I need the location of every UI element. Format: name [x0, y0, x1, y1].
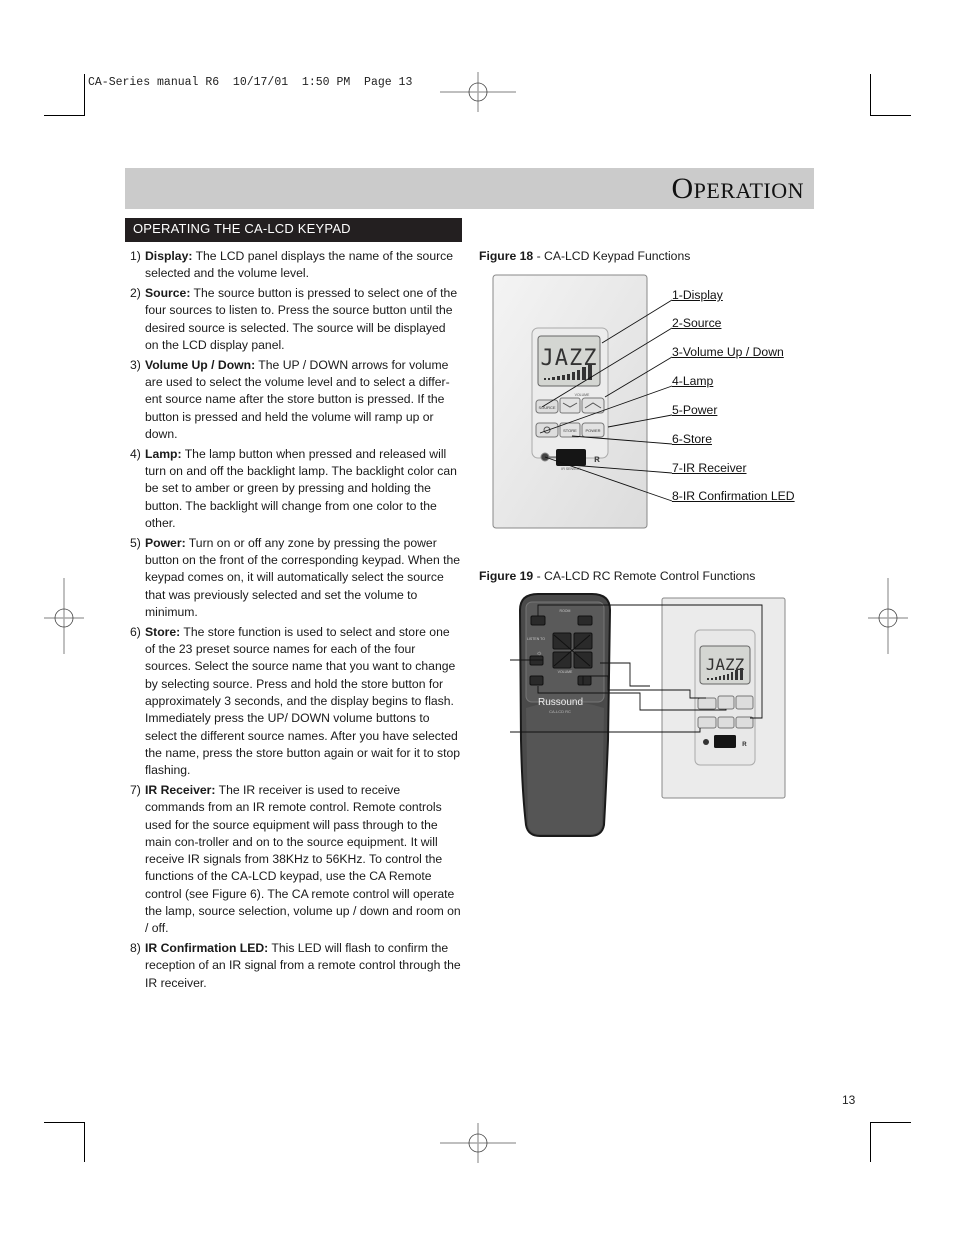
svg-text:CA-LCD RC: CA-LCD RC — [549, 709, 571, 714]
list-item: 5) Power: Turn on or off any zone by pres… — [130, 535, 461, 619]
callout-power: 5-Power — [672, 403, 718, 417]
list-item: 8) IR Confirmation LED: This LED will fla… — [130, 941, 461, 990]
figure-18-leader-lines — [539, 299, 673, 502]
callout-store: 6-Store — [672, 432, 712, 446]
figure-18-caption: Figure 18 - CA-LCD Keypad Functions — [479, 249, 691, 263]
section-heading: OPERATING THE CA-LCD KEYPAD — [125, 218, 462, 242]
page-title-bar: OPERATION — [125, 168, 814, 209]
registration-mark-left — [44, 578, 84, 654]
registration-mark-bottom — [440, 1123, 516, 1163]
callout-ir-receiver: 7-IR Receiver — [672, 461, 747, 475]
registration-mark-right — [868, 578, 908, 654]
figure-19-caption: Figure 19 - CA-LCD RC Remote Control Fun… — [479, 569, 756, 583]
callout-source: 2-Source — [672, 316, 722, 330]
callout-display: 1-Display — [672, 288, 723, 302]
callout-volume: 3-Volume Up / Down — [672, 345, 784, 359]
list-item: 2) Source: The source button is pressed t… — [130, 286, 458, 352]
svg-text:LISTEN TO: LISTEN TO — [527, 637, 545, 641]
list-item: 6) Store: The store function is used to s… — [130, 624, 461, 778]
list-item: 7) IR Receiver: The IR receiver is used t… — [130, 782, 461, 936]
registration-mark-top — [440, 72, 516, 112]
svg-text:VOLUME: VOLUME — [558, 670, 573, 674]
page-number: 13 — [842, 1093, 856, 1107]
list-item: 4) Lamp: The lamp button when pressed and… — [130, 446, 457, 530]
svg-text:ROOM: ROOM — [560, 609, 571, 613]
list-item: 3) Volume Up / Down: The UP / DOWN arrows… — [130, 357, 450, 441]
svg-text:ʀ: ʀ — [742, 739, 747, 748]
svg-text:Russound: Russound — [538, 697, 583, 708]
callout-ir-led: 8-IR Confirmation LED — [672, 489, 795, 503]
svg-text:JAZZ: JAZZ — [706, 655, 745, 674]
page-title: OPERATION — [671, 172, 804, 205]
figure-19-remote-diagram: ROOM LISTEN TO ☼ VOLUME Russound CA-LCD … — [510, 593, 786, 837]
list-item: 1) Display: The LCD panel displays the na… — [130, 249, 454, 281]
print-slug: CA-Series manual R6 10/17/01 1:50 PM Pag… — [88, 76, 413, 89]
function-list: 1) Display: The LCD panel displays the na… — [130, 248, 462, 994]
callout-lamp: 4-Lamp — [672, 374, 714, 388]
